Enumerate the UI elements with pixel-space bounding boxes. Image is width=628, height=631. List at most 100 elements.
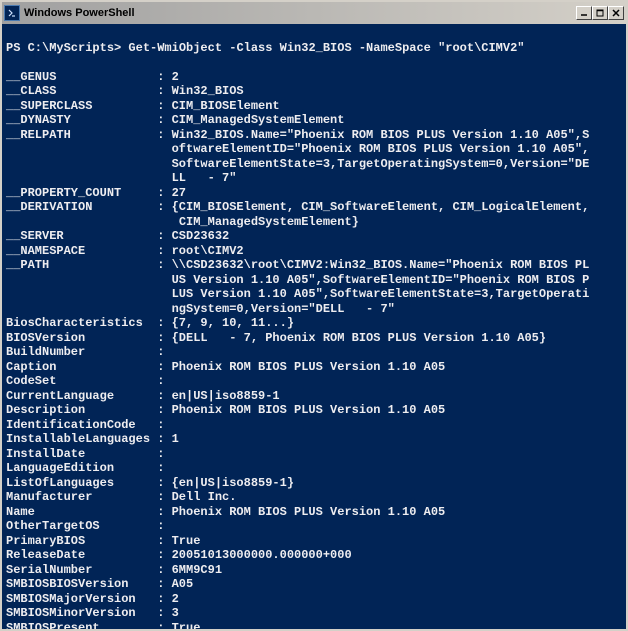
property-value-cont: SoftwareElementState=3,TargetOperatingSy…: [172, 157, 590, 172]
property-row: __DERIVATION : {CIM_BIOSElement, CIM_Sof…: [6, 200, 622, 215]
property-key: __GENUS: [6, 70, 157, 85]
property-colon: :: [157, 113, 171, 128]
property-colon: :: [157, 200, 171, 215]
property-row: Name : Phoenix ROM BIOS PLUS Version 1.1…: [6, 505, 622, 520]
property-key: SMBIOSPresent: [6, 621, 157, 630]
property-row-cont: LUS Version 1.10 A05",SoftwareElementSta…: [6, 287, 622, 302]
property-value: \\CSD23632\root\CIMV2:Win32_BIOS.Name="P…: [172, 258, 590, 273]
property-value-cont: oftwareElementID="Phoenix ROM BIOS PLUS …: [172, 142, 590, 157]
property-colon: :: [157, 258, 171, 273]
property-value: {en|US|iso8859-1}: [172, 476, 590, 491]
property-key: SerialNumber: [6, 563, 157, 578]
property-row: SMBIOSMajorVersion : 2: [6, 592, 622, 607]
property-key: CodeSet: [6, 374, 157, 389]
property-key: __RELPATH: [6, 128, 157, 143]
property-colon: :: [157, 99, 171, 114]
property-value: Phoenix ROM BIOS PLUS Version 1.10 A05: [172, 360, 590, 375]
property-value-cont: CIM_ManagedSystemElement}: [172, 215, 590, 230]
property-key: SMBIOSBIOSVersion: [6, 577, 157, 592]
property-value: root\CIMV2: [172, 244, 590, 259]
property-colon: :: [157, 606, 171, 621]
property-row-cont: CIM_ManagedSystemElement}: [6, 215, 622, 230]
property-value: Win32_BIOS: [172, 84, 590, 99]
property-key: __SUPERCLASS: [6, 99, 157, 114]
property-row: InstallableLanguages : 1: [6, 432, 622, 447]
property-colon: :: [157, 490, 171, 505]
property-colon: :: [157, 84, 171, 99]
property-key: __DYNASTY: [6, 113, 157, 128]
property-value: [172, 374, 590, 389]
titlebar[interactable]: Windows PowerShell: [2, 2, 626, 24]
property-key: InstallDate: [6, 447, 157, 462]
property-key: LanguageEdition: [6, 461, 157, 476]
property-colon: :: [157, 128, 171, 143]
property-row: __CLASS : Win32_BIOS: [6, 84, 622, 99]
property-key: InstallableLanguages: [6, 432, 157, 447]
property-colon: :: [157, 418, 171, 433]
property-value: Phoenix ROM BIOS PLUS Version 1.10 A05: [172, 403, 590, 418]
property-key: Caption: [6, 360, 157, 375]
maximize-button[interactable]: [592, 6, 608, 20]
property-row: BiosCharacteristics : {7, 9, 10, 11...}: [6, 316, 622, 331]
powershell-icon: [4, 5, 20, 21]
property-value: CSD23632: [172, 229, 590, 244]
property-row: SMBIOSMinorVersion : 3: [6, 606, 622, 621]
property-colon: :: [157, 432, 171, 447]
property-row: SerialNumber : 6MM9C91: [6, 563, 622, 578]
property-colon: :: [157, 505, 171, 520]
property-value: {DELL - 7, Phoenix ROM BIOS PLUS Version…: [172, 331, 590, 346]
property-key: IdentificationCode: [6, 418, 157, 433]
property-list: __GENUS : 2__CLASS : Win32_BIOS__SUPERCL…: [6, 70, 622, 630]
property-colon: :: [157, 476, 171, 491]
property-row: LanguageEdition :: [6, 461, 622, 476]
property-colon: :: [157, 577, 171, 592]
property-row: Description : Phoenix ROM BIOS PLUS Vers…: [6, 403, 622, 418]
property-row: CodeSet :: [6, 374, 622, 389]
property-value-cont: ngSystem=0,Version="DELL - 7": [172, 302, 590, 317]
property-key: __CLASS: [6, 84, 157, 99]
property-row: OtherTargetOS :: [6, 519, 622, 534]
property-key: Description: [6, 403, 157, 418]
property-row: __PROPERTY_COUNT : 27: [6, 186, 622, 201]
property-row: Manufacturer : Dell Inc.: [6, 490, 622, 505]
property-colon: :: [157, 186, 171, 201]
property-value: Win32_BIOS.Name="Phoenix ROM BIOS PLUS V…: [172, 128, 590, 143]
property-value-cont: LUS Version 1.10 A05",SoftwareElementSta…: [172, 287, 590, 302]
property-value: 20051013000000.000000+000: [172, 548, 590, 563]
command-text: Get-WmiObject -Class Win32_BIOS -NameSpa…: [128, 41, 524, 55]
property-colon: :: [157, 360, 171, 375]
property-row: PrimaryBIOS : True: [6, 534, 622, 549]
property-row: __NAMESPACE : root\CIMV2: [6, 244, 622, 259]
property-key: Name: [6, 505, 157, 520]
property-key: PrimaryBIOS: [6, 534, 157, 549]
minimize-button[interactable]: [576, 6, 592, 20]
property-colon: :: [157, 519, 171, 534]
property-row: Caption : Phoenix ROM BIOS PLUS Version …: [6, 360, 622, 375]
property-value: True: [172, 621, 590, 630]
close-button[interactable]: [608, 6, 624, 20]
property-value: 6MM9C91: [172, 563, 590, 578]
property-value: {CIM_BIOSElement, CIM_SoftwareElement, C…: [172, 200, 590, 215]
property-value: True: [172, 534, 590, 549]
property-key: SMBIOSMajorVersion: [6, 592, 157, 607]
property-row: BuildNumber :: [6, 345, 622, 360]
property-value: 3: [172, 606, 590, 621]
property-value: [172, 418, 590, 433]
property-key: SMBIOSMinorVersion: [6, 606, 157, 621]
property-row: SMBIOSPresent : True: [6, 621, 622, 630]
property-value: 27: [172, 186, 590, 201]
property-colon: :: [157, 70, 171, 85]
property-colon: :: [157, 316, 171, 331]
property-value: en|US|iso8859-1: [172, 389, 590, 404]
property-row-cont: US Version 1.10 A05",SoftwareElementID="…: [6, 273, 622, 288]
property-colon: :: [157, 592, 171, 607]
property-key: CurrentLanguage: [6, 389, 157, 404]
property-colon: :: [157, 345, 171, 360]
property-value: [172, 461, 590, 476]
terminal-output[interactable]: PS C:\MyScripts> Get-WmiObject -Class Wi…: [2, 24, 626, 629]
property-row: __SERVER : CSD23632: [6, 229, 622, 244]
property-key: __PROPERTY_COUNT: [6, 186, 157, 201]
property-value: 2: [172, 70, 590, 85]
property-colon: :: [157, 461, 171, 476]
property-value: 2: [172, 592, 590, 607]
